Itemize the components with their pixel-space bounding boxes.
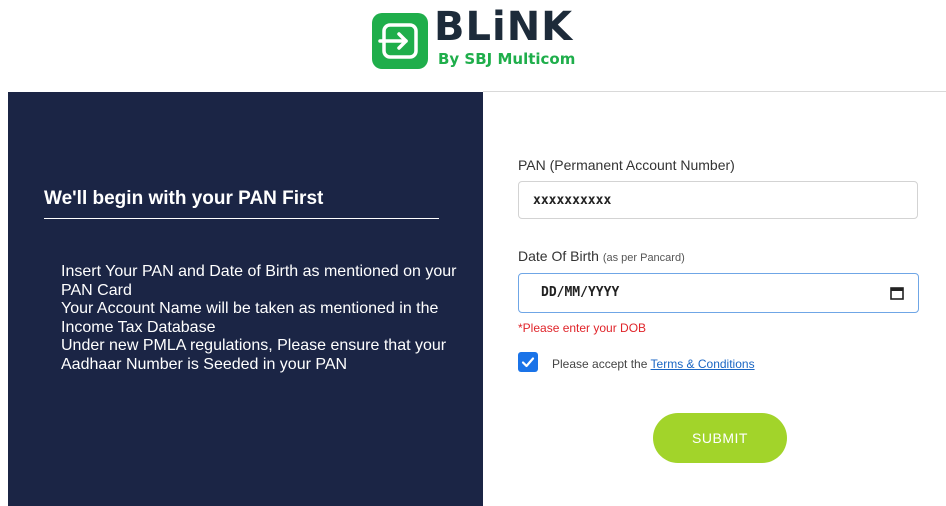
brand-name: BLiNK: [434, 4, 574, 50]
info-panel: We'll begin with your PAN First Insert Y…: [8, 92, 483, 506]
enter-arrow-icon: [372, 13, 428, 69]
pan-input[interactable]: [518, 181, 918, 219]
header: BLiNK By SBJ Multicom: [0, 0, 946, 90]
pan-label: PAN (Permanent Account Number): [518, 157, 735, 173]
instruction-item: Your Account Name will be taken as menti…: [61, 300, 439, 336]
brand-tagline: By SBJ Multicom: [438, 50, 576, 68]
dob-error-message: *Please enter your DOB: [518, 321, 647, 335]
calendar-icon[interactable]: [890, 286, 904, 305]
terms-link[interactable]: Terms & Conditions: [651, 357, 755, 371]
dob-hint: (as per Pancard): [602, 252, 685, 264]
instructions-list: Insert Your PAN and Date of Birth as men…: [61, 263, 461, 374]
panel-divider: [44, 218, 439, 219]
panel-title: We'll begin with your PAN First: [44, 188, 324, 209]
consent-text: Please accept the: [552, 357, 648, 371]
terms-consent: Please accept the Terms & Conditions: [552, 356, 755, 372]
terms-checkbox[interactable]: [518, 352, 538, 372]
checkmark-icon: [521, 357, 535, 368]
instruction-item: Insert Your PAN and Date of Birth as men…: [61, 263, 457, 299]
pan-form: PAN (Permanent Account Number) Date Of B…: [483, 92, 946, 506]
dob-input[interactable]: DD/MM/YYYY: [518, 273, 919, 313]
dob-value: DD/MM/YYYY: [541, 285, 620, 300]
dob-label: Date Of Birth (as per Pancard): [518, 248, 685, 264]
submit-button[interactable]: SUBMIT: [653, 413, 787, 463]
instruction-item: Under new PMLA regulations, Please ensur…: [61, 337, 447, 373]
